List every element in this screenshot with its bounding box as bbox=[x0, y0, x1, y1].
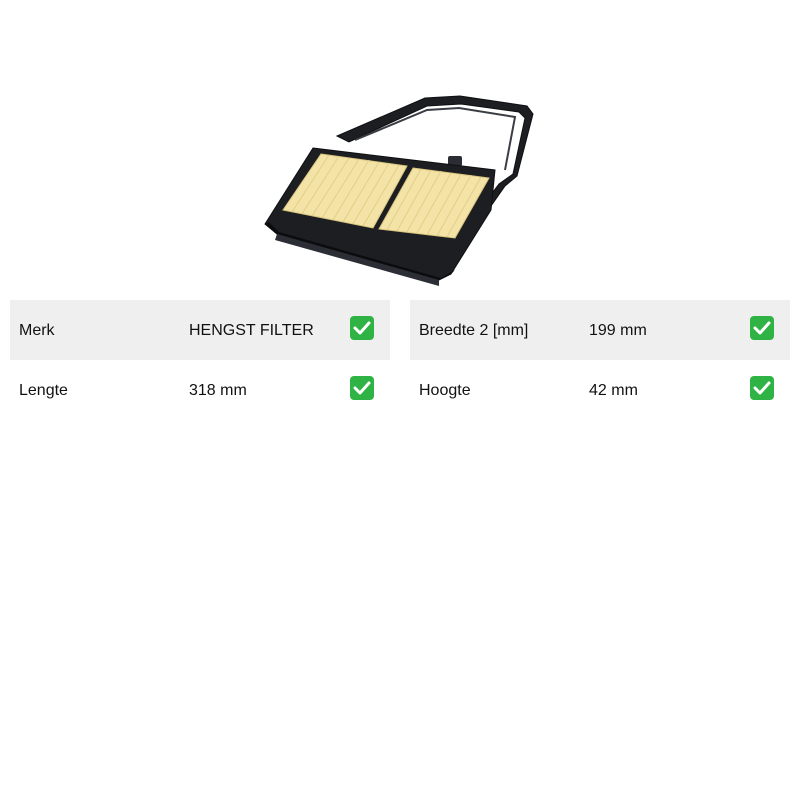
spec-value: 318 mm bbox=[189, 382, 247, 399]
check-icon bbox=[750, 376, 774, 400]
check-icon bbox=[750, 316, 774, 340]
product-page: Merk HENGST FILTER Lengte 318 mm Breedte… bbox=[0, 0, 800, 800]
spec-row-length: Lengte 318 mm bbox=[10, 360, 390, 420]
spec-value: HENGST FILTER bbox=[189, 322, 314, 339]
specifications-column-left: Merk HENGST FILTER Lengte 318 mm bbox=[10, 300, 390, 420]
check-icon bbox=[350, 316, 374, 340]
spec-value: 42 mm bbox=[589, 382, 638, 399]
spec-label: Hoogte bbox=[419, 382, 471, 399]
air-filter-image bbox=[255, 88, 545, 288]
check-icon bbox=[350, 376, 374, 400]
spec-label: Breedte 2 [mm] bbox=[419, 322, 529, 339]
spec-row-brand: Merk HENGST FILTER bbox=[10, 300, 390, 360]
spec-row-height: Hoogte 42 mm bbox=[410, 360, 790, 420]
specifications-column-right: Breedte 2 [mm] 199 mm Hoogte 42 mm bbox=[410, 300, 790, 420]
spec-row-width: Breedte 2 [mm] 199 mm bbox=[410, 300, 790, 360]
spec-label: Lengte bbox=[19, 382, 68, 399]
specifications-table: Merk HENGST FILTER Lengte 318 mm Breedte… bbox=[10, 300, 790, 420]
spec-value: 199 mm bbox=[589, 322, 647, 339]
spec-label: Merk bbox=[19, 322, 55, 339]
